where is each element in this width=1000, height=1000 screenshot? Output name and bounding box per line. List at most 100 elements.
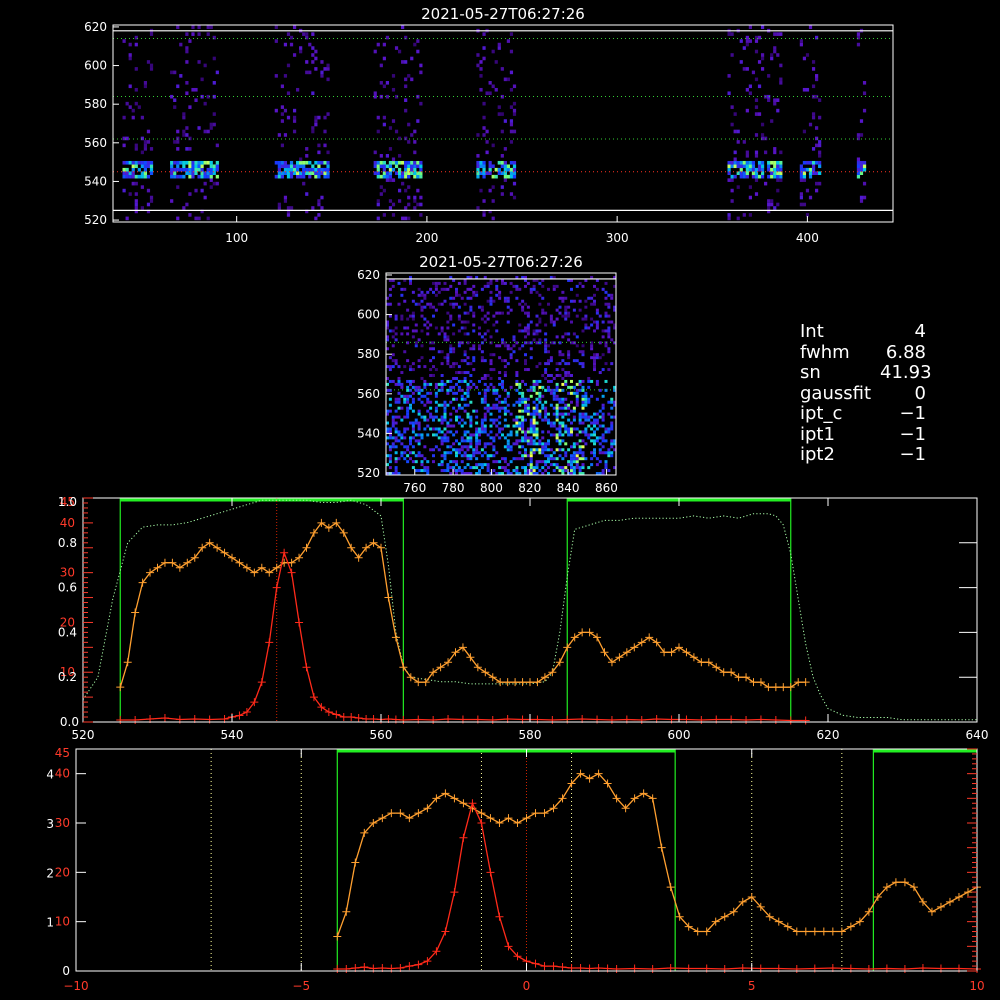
info-key: ipt2: [800, 444, 835, 465]
heatmap-cell: [472, 356, 476, 360]
heatmap-cell: [466, 403, 470, 407]
heatmap-cell: [607, 448, 611, 452]
heatmap-cell: [491, 49, 495, 54]
heatmap-cell: [535, 421, 539, 425]
heatmap-cell: [443, 433, 447, 437]
heatmap-cell: [416, 49, 420, 54]
heatmap-cell: [532, 442, 536, 446]
heatmap-cell: [555, 382, 559, 386]
heatmap-cell: [555, 439, 559, 443]
orange-spectrum-line-marker: [488, 673, 497, 682]
heatmap-cell: [500, 129, 504, 134]
heatmap-cell: [590, 421, 594, 425]
heatmap-cell: [406, 427, 410, 431]
orange-spectrum-line-marker: [794, 678, 803, 687]
heatmap-cell: [578, 382, 582, 386]
heatmap-cell: [485, 150, 489, 155]
heatmap-cell: [598, 424, 602, 428]
heatmap-cell: [509, 430, 513, 434]
orange-spectrum-line-marker: [377, 543, 385, 552]
heatmap-cell: [538, 394, 542, 398]
heatmap-cell: [745, 167, 749, 172]
heatmap-cell: [419, 202, 423, 207]
info-key: gaussfit: [800, 382, 872, 404]
heatmap-cell: [463, 430, 467, 434]
heatmap-cell: [410, 133, 414, 137]
heatmap-cell: [122, 143, 126, 148]
heatmap-cell: [506, 424, 510, 428]
heatmap-cell: [805, 53, 810, 57]
heatmap-cell: [455, 287, 458, 291]
heatmap-cell: [555, 397, 559, 401]
heatmap-cell: [515, 359, 519, 363]
heatmap-cell: [811, 60, 816, 64]
heatmap-cell: [463, 326, 467, 330]
heatmap-cell: [544, 311, 548, 315]
heatmap-cell: [561, 448, 565, 452]
heatmap-cell: [403, 415, 407, 419]
heatmap-cell: [486, 466, 490, 470]
heatmap-cell: [584, 305, 588, 309]
heatmap-cell: [521, 397, 525, 401]
heatmap-cell: [495, 344, 499, 348]
heatmap-cell: [411, 311, 415, 315]
heatmap-cell: [532, 421, 536, 425]
heatmap-cell: [552, 457, 556, 461]
heatmap-cell: [503, 178, 507, 182]
heatmap-cell: [437, 403, 441, 407]
heatmap-cell: [403, 457, 407, 461]
heatmap-cell: [286, 63, 291, 68]
heatmap-cell: [466, 391, 470, 395]
heatmap-cell: [856, 160, 861, 165]
heatmap-cell: [529, 448, 533, 452]
heatmap-cell: [420, 415, 424, 419]
y-tick-label-left: 20: [55, 865, 70, 879]
heatmap-cell: [584, 415, 588, 419]
heatmap-cell: [564, 317, 568, 321]
red-spectrum-line-marker: [429, 716, 438, 725]
heatmap-cell: [280, 174, 284, 179]
heatmap-cell: [489, 368, 493, 372]
heatmap-cell: [209, 122, 213, 127]
heatmap-cell: [323, 167, 327, 172]
heatmap-cell: [779, 32, 783, 36]
heatmap-cell: [403, 400, 407, 404]
y-tick-label-right: 0.6: [58, 581, 77, 595]
heatmap-cell: [509, 167, 514, 172]
heatmap-cell: [472, 344, 476, 348]
heatmap-cell: [773, 101, 777, 106]
heatmap-cell: [503, 436, 507, 440]
heatmap-cell: [489, 412, 493, 416]
heatmap-cell: [143, 81, 148, 85]
heatmap-cell: [595, 379, 599, 383]
heatmap-cell: [397, 154, 402, 158]
heatmap-cell: [570, 400, 573, 404]
heatmap-cell: [463, 409, 467, 413]
heatmap-cell: [564, 403, 568, 407]
heatmap-cell: [535, 406, 539, 410]
heatmap-cell: [406, 454, 410, 458]
heatmap-cell: [564, 469, 568, 473]
heatmap-cell: [475, 457, 479, 461]
heatmap-cell: [460, 445, 464, 449]
heatmap-cell: [417, 451, 421, 455]
heatmap-cell: [567, 350, 571, 354]
heatmap-cell: [314, 67, 318, 71]
heatmap-cell: [437, 290, 441, 294]
heatmap-cell: [544, 415, 548, 419]
heatmap-cell: [572, 406, 576, 410]
heatmap-cell: [432, 356, 435, 360]
heatmap-cell: [590, 439, 594, 443]
heatmap-cell: [742, 174, 746, 179]
heatmap-cell: [323, 129, 327, 134]
heatmap-cell: [601, 287, 605, 291]
heatmap-cell: [407, 122, 411, 127]
heatmap-cell: [538, 415, 542, 419]
heatmap-cell: [549, 391, 553, 395]
heatmap-cell: [564, 332, 568, 336]
heatmap-cell: [446, 424, 450, 428]
heatmap-cell: [776, 108, 780, 113]
heatmap-cell: [575, 442, 579, 446]
heatmap-cell: [544, 347, 548, 351]
heatmap-cell: [446, 403, 450, 407]
